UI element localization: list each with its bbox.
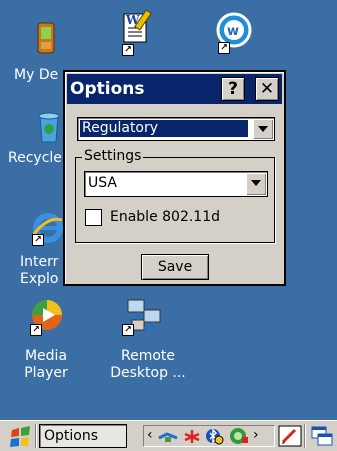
category-dropdown[interactable]: Regulatory [77,117,275,141]
remote-desktop-label-1: Remote [120,348,176,364]
save-button[interactable]: Save [141,254,209,280]
network-icon[interactable] [157,428,179,444]
my-device-icon [37,22,55,54]
taskbar-separator [35,424,37,448]
dialog-titlebar[interactable]: Options ? ✕ [67,74,282,104]
country-value: USA [88,175,117,191]
dialog-title: Options [70,79,145,99]
chevron-right-icon[interactable]: › [253,427,259,443]
wifi-app-shortcut[interactable]: w ↗ [210,12,260,60]
taskbar: Options ‹ › [0,420,337,451]
remote-desktop-label-2: Desktop ... [110,365,186,381]
category-value: Regulatory [80,120,248,137]
chevron-down-icon [251,180,261,186]
enable-80211d-label: Enable 802.11d [110,209,221,225]
settings-group-label: Settings [82,148,144,164]
media-player-label-1: Media [24,348,68,364]
desktop: { "desktop": { "icons": [ {"label": "My … [0,0,337,451]
chevron-left-icon[interactable]: ‹ [147,427,153,443]
country-dropdown-button[interactable] [246,173,266,195]
close-button[interactable]: ✕ [255,77,279,101]
settings-group: Settings USA Enable 802.11d [75,148,275,243]
enable-80211d-checkbox[interactable] [85,209,102,226]
desktop-windows-icon[interactable] [310,425,334,447]
task-options-button[interactable]: Options [39,424,127,448]
help-button[interactable]: ? [221,77,245,101]
options-dialog: Options ? ✕ Regulatory Settings USA Enab… [63,70,286,286]
category-dropdown-button[interactable] [253,119,273,139]
shortcut-arrow-icon: ↗ [122,324,134,336]
svg-text:w: w [227,24,239,39]
shortcut-arrow-icon: ↗ [30,324,42,336]
shortcut-arrow-icon: ↗ [32,234,44,246]
wireless-signal-icon[interactable] [182,428,202,445]
recycle-bin-icon [38,112,60,143]
recycle-bin-label: Recycle [8,150,62,166]
country-dropdown[interactable]: USA [84,171,268,197]
shortcut-arrow-icon: ↗ [218,42,230,54]
wordpad-shortcut[interactable]: W ↗ [110,8,160,60]
shortcut-arrow-icon: ↗ [122,44,134,56]
start-button-windows-flag-icon[interactable] [8,426,34,448]
edit-pen-icon[interactable] [278,425,302,447]
media-player-label-2: Player [24,365,68,381]
system-tray: ‹ › [143,425,275,447]
taskbar-separator [304,424,306,448]
chevron-down-icon [258,126,268,132]
connection-status-icon[interactable] [228,427,250,445]
bluetooth-icon[interactable] [205,427,225,445]
